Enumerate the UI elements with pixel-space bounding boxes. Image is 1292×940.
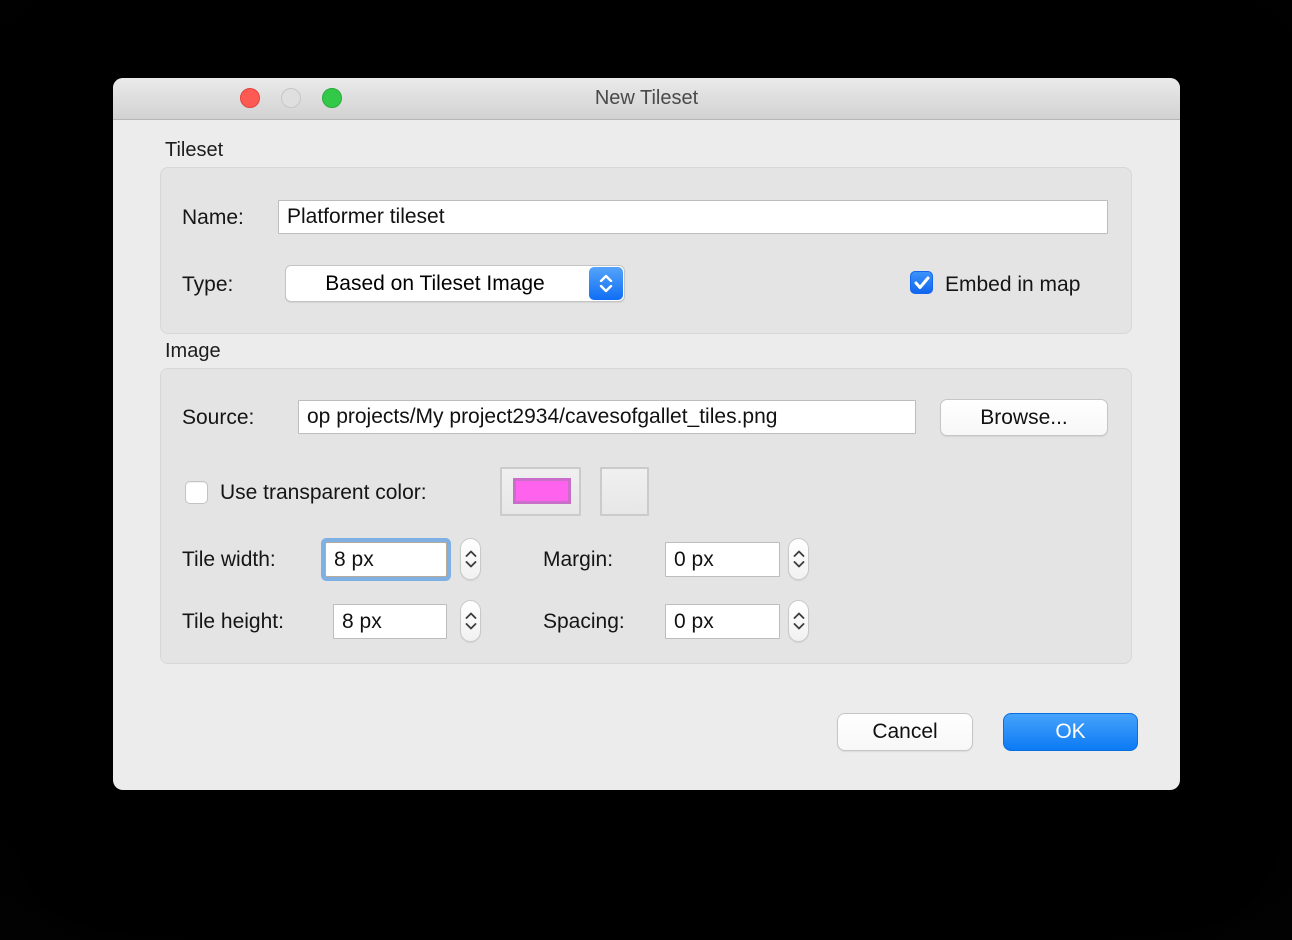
check-icon [914,276,930,290]
transparent-color-swatch-button[interactable] [500,467,581,516]
stepper-up-icon [465,612,477,619]
browse-button[interactable]: Browse... [940,399,1108,436]
tile-height-input[interactable] [333,604,447,639]
type-selected-value: Based on Tileset Image [286,266,584,301]
window-title: New Tileset [113,78,1180,119]
tile-height-label: Tile height: [182,610,284,634]
color-picker-button[interactable] [600,467,649,516]
image-section-label: Image [165,340,221,363]
tile-width-input[interactable] [325,542,447,577]
spacing-label: Spacing: [543,610,625,634]
stepper-down-icon [793,623,805,630]
name-label: Name: [182,206,244,230]
cancel-button-label: Cancel [872,720,937,744]
margin-stepper[interactable] [788,538,809,580]
title-bar[interactable]: New Tileset [113,78,1180,120]
spacing-input[interactable] [665,604,780,639]
spacing-stepper[interactable] [788,600,809,642]
new-tileset-dialog: New Tileset Tileset Name: Type: Based on… [113,78,1180,790]
source-input[interactable] [298,400,916,434]
name-input[interactable] [278,200,1108,234]
type-label: Type: [182,273,233,297]
embed-in-map-checkbox[interactable] [910,271,933,294]
tile-height-stepper[interactable] [460,600,481,642]
ok-button[interactable]: OK [1003,713,1138,751]
stepper-down-icon [793,561,805,568]
cancel-button[interactable]: Cancel [837,713,973,751]
desktop-background: New Tileset Tileset Name: Type: Based on… [0,0,1292,940]
source-label: Source: [182,406,254,430]
stepper-down-icon [465,561,477,568]
margin-label: Margin: [543,548,613,572]
use-transparent-color-checkbox[interactable] [185,481,208,504]
stepper-down-icon [465,623,477,630]
transparent-color-swatch [513,478,571,504]
tile-width-stepper[interactable] [460,538,481,580]
stepper-up-icon [793,550,805,557]
embed-in-map-label: Embed in map [945,273,1080,297]
stepper-up-icon [465,550,477,557]
tileset-section-label: Tileset [165,139,223,162]
stepper-up-icon [793,612,805,619]
ok-button-label: OK [1055,720,1085,744]
use-transparent-color-label: Use transparent color: [220,481,427,505]
browse-button-label: Browse... [980,406,1068,430]
tileset-groupbox [160,167,1132,334]
margin-input[interactable] [665,542,780,577]
popup-chevrons-icon [589,267,623,300]
type-select[interactable]: Based on Tileset Image [285,265,625,302]
tile-width-label: Tile width: [182,548,276,572]
